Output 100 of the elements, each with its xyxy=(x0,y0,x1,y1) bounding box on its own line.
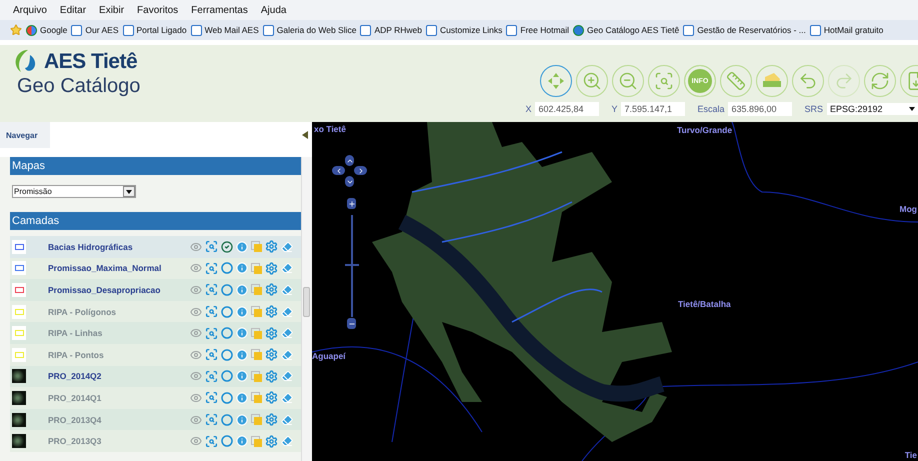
eraser-icon[interactable] xyxy=(281,240,293,253)
info-icon[interactable] xyxy=(236,435,248,448)
zoom-to-layer-icon[interactable] xyxy=(205,283,218,296)
settings-icon[interactable] xyxy=(265,434,278,448)
radio-icon[interactable] xyxy=(221,348,233,361)
menu-item[interactable]: Arquivo xyxy=(13,4,47,16)
eye-icon[interactable] xyxy=(190,392,202,404)
info-icon[interactable] xyxy=(236,240,248,253)
zoom-out-button[interactable] xyxy=(347,318,356,329)
tool-button[interactable] xyxy=(576,65,608,97)
radio-checked-icon[interactable] xyxy=(221,240,233,253)
zoom-to-layer-icon[interactable] xyxy=(205,413,218,426)
radio-icon[interactable] xyxy=(221,262,233,274)
radio-icon[interactable] xyxy=(221,327,233,340)
pan-left-button[interactable] xyxy=(332,166,345,175)
favorites-star-icon[interactable] xyxy=(10,24,22,36)
eraser-icon[interactable] xyxy=(281,392,293,404)
radio-icon[interactable] xyxy=(221,435,233,448)
map-view[interactable]: xo Tietê Turvo/Grande Mog Tietê/Batalha Aguapeí Tie xyxy=(312,122,918,461)
layers-icon[interactable] xyxy=(251,284,262,296)
zoom-to-layer-icon[interactable] xyxy=(205,240,218,254)
eye-icon[interactable] xyxy=(190,348,202,361)
info-icon[interactable] xyxy=(236,306,248,318)
settings-icon[interactable] xyxy=(265,348,278,362)
pan-up-button[interactable] xyxy=(345,155,354,166)
layers-icon[interactable] xyxy=(251,392,262,404)
layers-icon[interactable] xyxy=(251,436,262,447)
favorite-link[interactable]: HotMail gratuito xyxy=(810,24,884,36)
radio-icon[interactable] xyxy=(221,414,233,426)
menu-item[interactable]: Ferramentas xyxy=(191,4,248,16)
settings-icon[interactable] xyxy=(265,283,278,296)
layers-icon[interactable] xyxy=(251,241,262,252)
eye-icon[interactable] xyxy=(190,306,202,318)
eraser-icon[interactable] xyxy=(281,306,293,318)
settings-icon[interactable] xyxy=(265,305,278,318)
layer-row[interactable]: PRO_2014Q2 xyxy=(10,366,301,388)
scrollbar[interactable] xyxy=(301,157,312,461)
favorite-link[interactable]: Google xyxy=(26,24,68,36)
zoom-to-layer-icon[interactable] xyxy=(205,391,218,404)
layers-icon[interactable] xyxy=(251,370,262,382)
tool-button[interactable] xyxy=(648,65,680,97)
layer-row[interactable]: Bacias Hidrográficas xyxy=(10,236,301,258)
settings-icon[interactable] xyxy=(265,413,278,426)
favorite-link[interactable]: Customize Links xyxy=(426,24,502,36)
layer-row[interactable]: Promissao_Maxima_Normal xyxy=(10,258,301,280)
menu-item[interactable]: Favoritos xyxy=(137,4,178,16)
favorite-link[interactable]: Free Hotmail xyxy=(506,24,570,36)
settings-icon[interactable] xyxy=(265,370,278,383)
layers-icon[interactable] xyxy=(251,328,262,339)
zoom-slider-thumb[interactable] xyxy=(345,264,359,266)
info-icon[interactable] xyxy=(236,327,248,340)
pan-right-button[interactable] xyxy=(354,166,367,175)
tool-button[interactable] xyxy=(756,65,788,97)
favorite-link[interactable]: Portal Ligado xyxy=(122,24,187,36)
eraser-icon[interactable] xyxy=(281,414,293,426)
settings-icon[interactable] xyxy=(265,262,278,275)
tool-button[interactable] xyxy=(540,65,572,97)
layers-icon[interactable] xyxy=(251,349,262,360)
layers-icon[interactable] xyxy=(251,414,262,426)
eye-icon[interactable] xyxy=(190,414,202,426)
radio-icon[interactable] xyxy=(221,392,233,404)
eraser-icon[interactable] xyxy=(281,327,293,340)
tool-button[interactable] xyxy=(612,65,644,97)
zoom-to-layer-icon[interactable] xyxy=(205,305,218,318)
zoom-in-button[interactable] xyxy=(347,198,356,209)
info-icon[interactable] xyxy=(236,348,248,361)
eraser-icon[interactable] xyxy=(281,370,293,382)
tool-button[interactable] xyxy=(720,65,752,97)
info-icon[interactable] xyxy=(236,284,248,296)
menu-item[interactable]: Editar xyxy=(60,4,86,16)
eye-icon[interactable] xyxy=(190,370,202,382)
layers-icon[interactable] xyxy=(251,306,262,318)
radio-icon[interactable] xyxy=(221,370,233,382)
menu-item[interactable]: Exibir xyxy=(99,4,124,16)
layers-icon[interactable] xyxy=(251,262,262,274)
map-select[interactable]: Promissão xyxy=(12,185,136,198)
favorite-link[interactable]: Gestão de Reservatórios - ... xyxy=(683,24,806,36)
zoom-to-layer-icon[interactable] xyxy=(205,348,218,362)
favorite-link[interactable]: Geo Catálogo AES Tietê xyxy=(573,24,680,36)
layer-row[interactable]: Promissao_Desapropriacao xyxy=(10,279,301,301)
zoom-to-layer-icon[interactable] xyxy=(205,434,218,448)
favorite-link[interactable]: ADP RHweb xyxy=(360,24,422,36)
eraser-icon[interactable] xyxy=(281,284,293,296)
tool-button[interactable] xyxy=(864,65,896,97)
eraser-icon[interactable] xyxy=(281,435,293,448)
zoom-to-layer-icon[interactable] xyxy=(205,370,218,383)
eraser-icon[interactable] xyxy=(281,348,293,361)
eye-icon[interactable] xyxy=(190,240,202,253)
eraser-icon[interactable] xyxy=(281,262,293,274)
info-icon[interactable] xyxy=(236,262,248,274)
tool-button[interactable] xyxy=(792,65,824,97)
collapse-arrow-icon[interactable] xyxy=(302,131,310,139)
eye-icon[interactable] xyxy=(190,327,202,340)
favorite-link[interactable]: Web Mail AES xyxy=(190,24,259,36)
settings-icon[interactable] xyxy=(265,240,278,254)
zoom-to-layer-icon[interactable] xyxy=(205,326,218,340)
info-icon[interactable] xyxy=(236,370,248,382)
settings-icon[interactable] xyxy=(265,326,278,340)
radio-icon[interactable] xyxy=(221,284,233,296)
eye-icon[interactable] xyxy=(190,284,202,296)
